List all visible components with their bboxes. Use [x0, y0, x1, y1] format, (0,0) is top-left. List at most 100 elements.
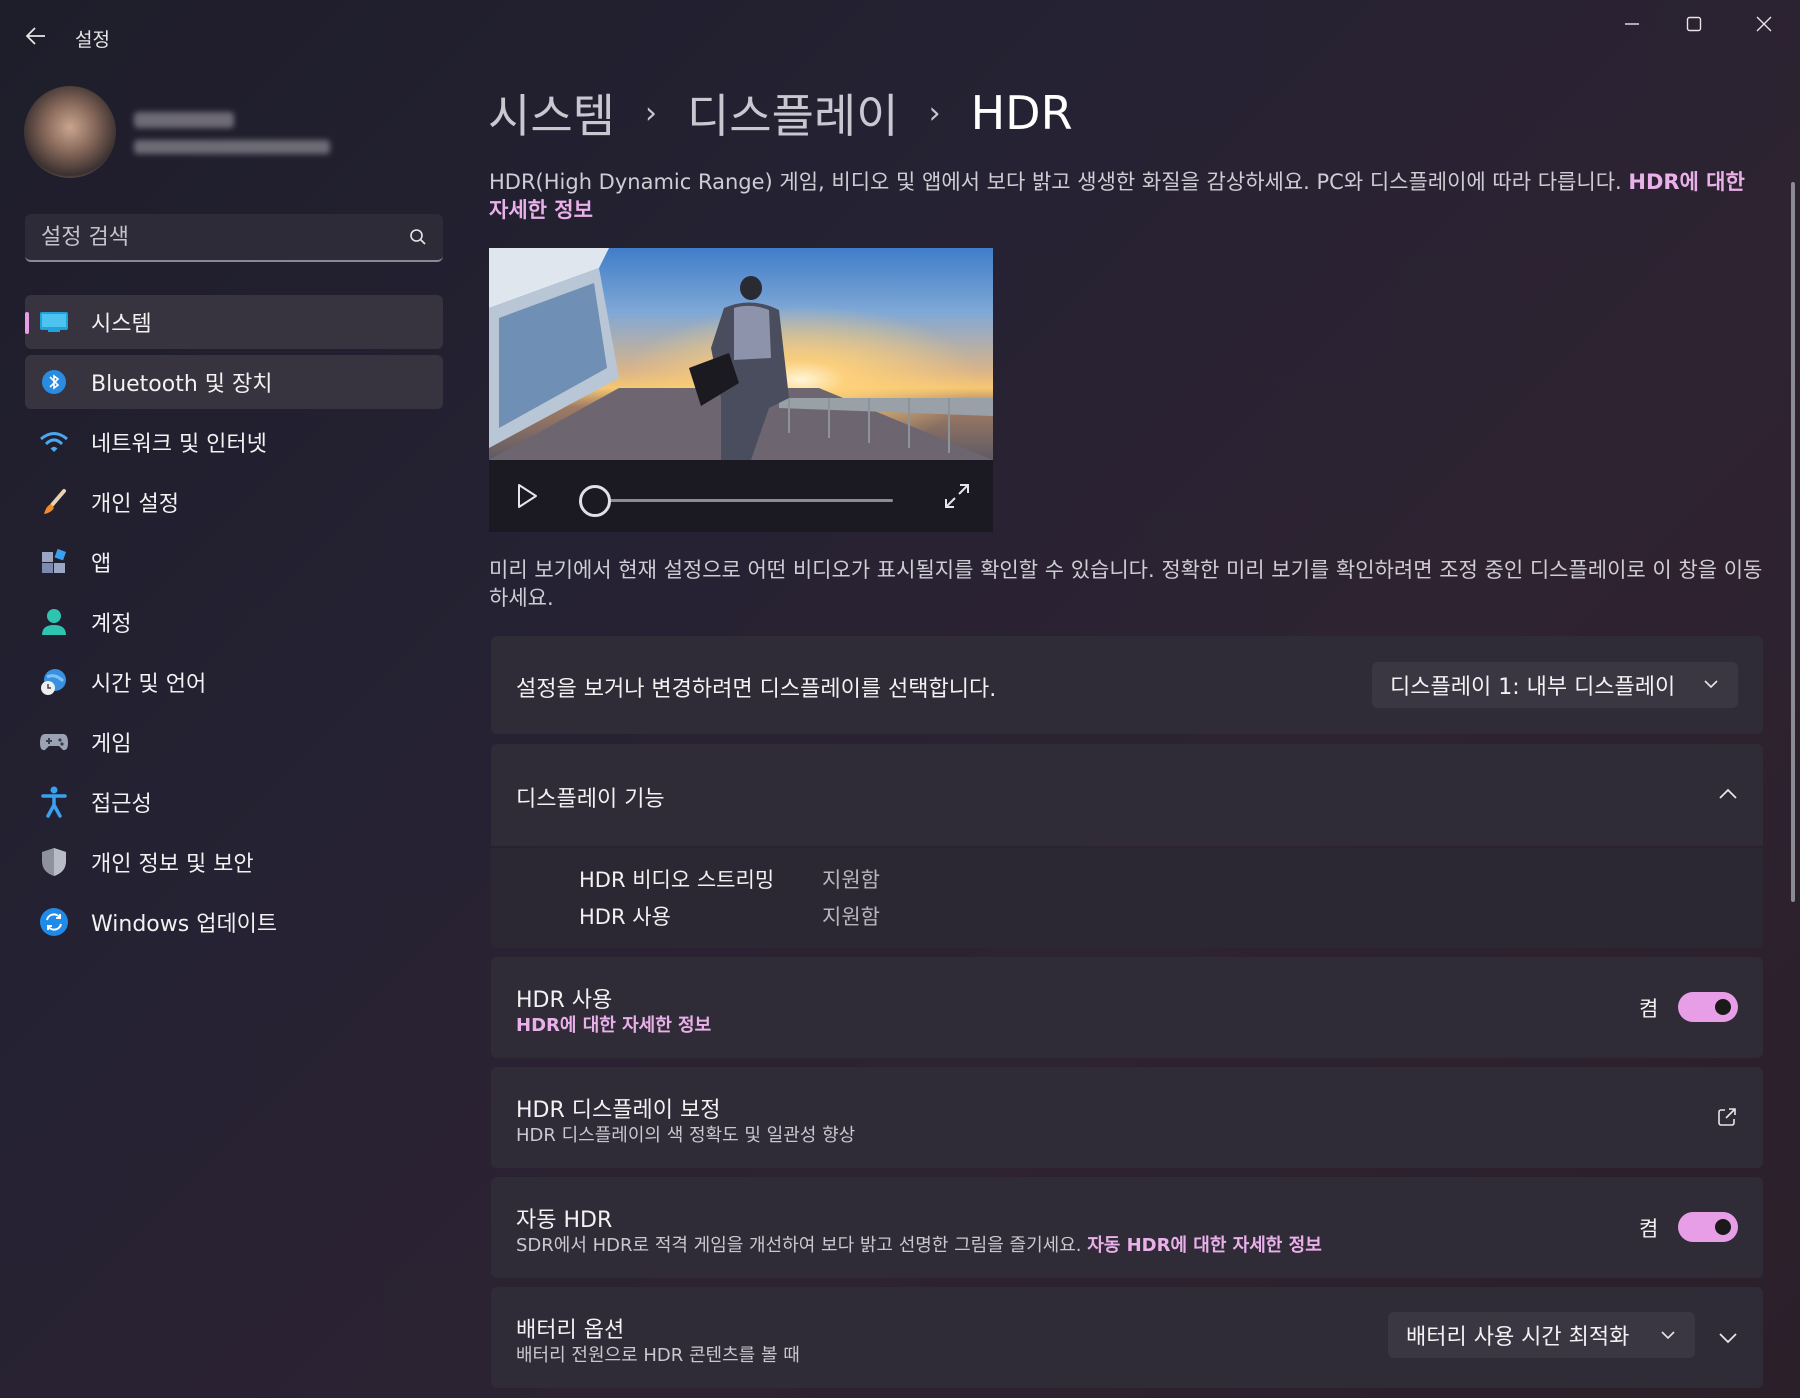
use-hdr-card: HDR 사용 HDR에 대한 자세한 정보 켬	[491, 957, 1763, 1058]
video-frame-image	[489, 248, 993, 460]
close-button[interactable]	[1734, 8, 1794, 40]
auto-hdr-title: 자동 HDR	[516, 1208, 613, 1233]
back-arrow-icon	[26, 27, 45, 45]
sidebar-item-personalization[interactable]: 개인 설정	[25, 475, 443, 529]
active-indicator	[25, 312, 29, 334]
external-link-icon[interactable]	[1717, 1107, 1737, 1127]
search-icon[interactable]	[409, 228, 427, 250]
sidebar-item-bluetooth[interactable]: Bluetooth 및 장치	[25, 355, 443, 409]
sidebar-item-label: 시스템	[91, 312, 152, 337]
capability-value: 지원함	[822, 905, 880, 929]
display-capabilities-title: 디스플레이 기능	[516, 787, 665, 812]
battery-options-title: 배터리 옵션	[516, 1318, 625, 1343]
fullscreen-icon	[945, 484, 969, 508]
display-capabilities-header[interactable]: 디스플레이 기능	[491, 744, 1763, 846]
close-icon	[1756, 16, 1772, 32]
breadcrumb: 시스템 › 디스플레이 › HDR	[488, 80, 1073, 146]
auto-hdr-subtitle: SDR에서 HDR로 적격 게임을 개선하여 보다 밝고 선명한 그림을 즐기세…	[516, 1235, 1082, 1256]
time-language-icon	[39, 667, 69, 697]
preview-note: 미리 보기에서 현재 설정으로 어떤 비디오가 표시될지를 확인할 수 있습니다…	[489, 558, 1763, 610]
intro-description: HDR(High Dynamic Range) 게임, 비디오 및 앱에서 보다…	[489, 170, 1629, 194]
sidebar-item-accounts[interactable]: 계정	[25, 595, 443, 649]
back-button[interactable]	[18, 20, 54, 52]
page-title: HDR	[970, 86, 1073, 140]
video-controls	[489, 460, 993, 532]
windows-update-icon	[39, 907, 69, 937]
display-dropdown[interactable]: 디스플레이 1: 내부 디스플레이	[1372, 662, 1738, 708]
display-capabilities-body: HDR 비디오 스트리밍 지원함 HDR 사용 지원함	[491, 848, 1763, 948]
intro-text: HDR(High Dynamic Range) 게임, 비디오 및 앱에서 보다…	[489, 168, 1769, 224]
auto-hdr-state-label: 켬	[1639, 1217, 1659, 1241]
auto-hdr-card: 자동 HDR SDR에서 HDR로 적격 게임을 개선하여 보다 밝고 선명한 …	[491, 1177, 1763, 1278]
battery-options-card[interactable]: 배터리 옵션 배터리 전원으로 HDR 콘텐츠를 볼 때 배터리 사용 시간 최…	[491, 1287, 1763, 1388]
play-button[interactable]	[513, 482, 541, 510]
hdr-calibration-subtitle: HDR 디스플레이의 색 정확도 및 일관성 향상	[516, 1125, 856, 1146]
minimize-icon	[1625, 23, 1639, 25]
wifi-icon	[39, 427, 69, 457]
shield-icon	[39, 847, 69, 877]
search-box[interactable]	[25, 214, 443, 262]
auto-hdr-info-link[interactable]: 자동 HDR에 대한 자세한 정보	[1087, 1235, 1322, 1256]
apps-icon	[39, 547, 69, 577]
search-input[interactable]	[41, 214, 401, 260]
sidebar-item-system[interactable]: 시스템	[25, 295, 443, 349]
gamepad-icon	[39, 727, 69, 757]
profile-email	[134, 140, 330, 154]
profile-name	[134, 112, 234, 128]
battery-options-subtitle: 배터리 전원으로 HDR 콘텐츠를 볼 때	[516, 1345, 800, 1366]
chevron-down-icon	[1661, 1331, 1675, 1340]
hdr-calibration-card[interactable]: HDR 디스플레이 보정 HDR 디스플레이의 색 정확도 및 일관성 향상	[491, 1067, 1763, 1168]
sidebar-item-label: 계정	[91, 612, 132, 637]
sidebar-item-gaming[interactable]: 게임	[25, 715, 443, 769]
hdr-video-preview	[489, 248, 993, 460]
maximize-button[interactable]	[1664, 8, 1724, 40]
sidebar-item-time-language[interactable]: 시간 및 언어	[25, 655, 443, 709]
display-select-label: 설정을 보거나 변경하려면 디스플레이를 선택합니다.	[516, 677, 997, 702]
breadcrumb-separator: ›	[928, 95, 941, 131]
use-hdr-info-link[interactable]: HDR에 대한 자세한 정보	[516, 1011, 711, 1037]
expand-chevron-icon[interactable]	[1719, 1332, 1737, 1344]
hdr-calibration-title: HDR 디스플레이 보정	[516, 1098, 721, 1123]
paintbrush-icon	[39, 487, 69, 517]
breadcrumb-display[interactable]: 디스플레이	[687, 80, 899, 146]
account-icon	[39, 607, 69, 637]
breadcrumb-system[interactable]: 시스템	[488, 80, 615, 146]
scrollbar[interactable]	[1791, 182, 1795, 902]
play-icon	[518, 484, 537, 508]
display-select-card: 설정을 보거나 변경하려면 디스플레이를 선택합니다. 디스플레이 1: 내부 …	[491, 636, 1763, 734]
sidebar-item-apps[interactable]: 앱	[25, 535, 443, 589]
sidebar-item-label: Bluetooth 및 장치	[91, 372, 273, 397]
sidebar-item-label: 게임	[91, 732, 132, 757]
sidebar-item-label: 개인 설정	[91, 492, 179, 517]
sidebar-item-privacy[interactable]: 개인 정보 및 보안	[25, 835, 443, 889]
use-hdr-state-label: 켬	[1639, 997, 1659, 1021]
fullscreen-button[interactable]	[943, 482, 971, 510]
use-hdr-title: HDR 사용	[516, 988, 613, 1013]
accessibility-icon	[39, 786, 69, 818]
maximize-icon	[1686, 16, 1702, 32]
app-title: 설정	[75, 29, 110, 51]
sidebar-item-windows-update[interactable]: Windows 업데이트	[25, 895, 443, 949]
capability-value: 지원함	[822, 868, 880, 892]
sidebar-item-label: 앱	[91, 552, 112, 577]
sidebar-item-label: Windows 업데이트	[91, 912, 278, 937]
use-hdr-toggle[interactable]	[1678, 992, 1738, 1022]
seek-track[interactable]	[599, 499, 893, 502]
sidebar-item-label: 시간 및 언어	[91, 672, 207, 697]
sidebar-item-label: 개인 정보 및 보안	[91, 852, 254, 877]
sidebar-item-label: 접근성	[91, 792, 152, 817]
system-display-icon	[39, 307, 69, 337]
seek-slider-thumb[interactable]	[579, 485, 611, 517]
breadcrumb-separator: ›	[644, 95, 657, 131]
avatar[interactable]	[24, 86, 116, 178]
battery-dropdown[interactable]: 배터리 사용 시간 최적화	[1388, 1312, 1695, 1358]
sidebar-item-accessibility[interactable]: 접근성	[25, 775, 443, 829]
capability-label: HDR 비디오 스트리밍	[579, 868, 775, 892]
chevron-up-icon[interactable]	[1719, 788, 1737, 800]
chevron-down-icon	[1704, 680, 1718, 689]
capability-label: HDR 사용	[579, 905, 671, 929]
auto-hdr-toggle[interactable]	[1678, 1212, 1738, 1242]
minimize-button[interactable]	[1602, 8, 1662, 40]
auto-hdr-subtitle-line: SDR에서 HDR로 적격 게임을 개선하여 보다 밝고 선명한 그림을 즐기세…	[516, 1231, 1322, 1257]
sidebar-item-network[interactable]: 네트워크 및 인터넷	[25, 415, 443, 469]
